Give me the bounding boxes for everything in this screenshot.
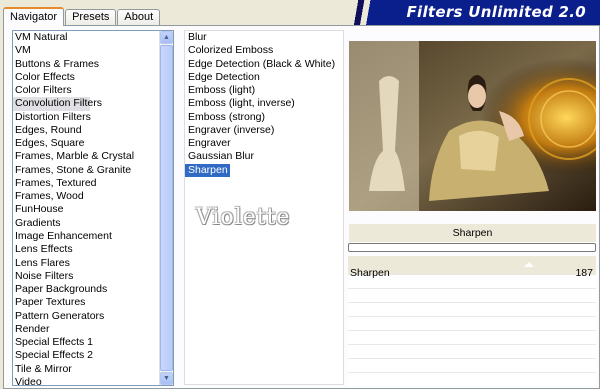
parameter-sliders: Sharpen 187 [348, 256, 596, 386]
category-item[interactable]: Gradients [13, 217, 173, 230]
category-scrollbar[interactable]: ▲ ▼ [159, 31, 173, 385]
category-item[interactable]: Edges, Round [13, 124, 173, 137]
category-item[interactable]: FunHouse [13, 203, 173, 216]
slider-thumb-icon[interactable] [524, 262, 534, 267]
slider-empty [348, 317, 596, 331]
category-item[interactable]: VM Natural [13, 31, 173, 44]
category-item[interactable]: Noise Filters [13, 270, 173, 283]
preview-image [349, 41, 596, 211]
woman-with-lamp-artwork-icon [349, 41, 596, 211]
tab-bar: Navigator Presets About [3, 7, 161, 26]
filter-item[interactable]: Blur [185, 31, 209, 44]
filter-item[interactable]: Engraver (inverse) [185, 124, 276, 137]
filter-name-header: Sharpen [349, 224, 596, 243]
filter-item[interactable]: Sharpen [185, 163, 230, 177]
category-item[interactable]: Paper Textures [13, 296, 173, 309]
category-item[interactable]: Frames, Stone & Granite [13, 164, 173, 177]
category-item[interactable]: Lens Effects [13, 243, 173, 256]
tab-about[interactable]: About [117, 9, 161, 26]
category-item[interactable]: Image Enhancement [13, 230, 173, 243]
slider-empty [348, 275, 596, 289]
category-item[interactable]: Render [13, 323, 173, 336]
filter-item[interactable]: Emboss (strong) [185, 111, 267, 124]
scroll-down-icon[interactable]: ▼ [160, 372, 173, 385]
category-item[interactable]: Color Effects [13, 71, 173, 84]
slider-empty [348, 345, 596, 359]
category-item[interactable]: Pattern Generators [13, 310, 173, 323]
category-item[interactable]: Frames, Textured [13, 177, 173, 190]
category-item[interactable]: Frames, Wood [13, 190, 173, 203]
watermark-text: Violette [196, 205, 291, 230]
slider-sharpen[interactable]: Sharpen 187 [348, 256, 596, 279]
category-list[interactable]: VM Natural VM Buttons & Frames Color Effect… [12, 30, 174, 386]
filter-item[interactable]: Emboss (light) [185, 84, 257, 97]
category-item[interactable]: Frames, Marble & Crystal [13, 150, 173, 163]
category-item[interactable]: Distortion Filters [13, 111, 173, 124]
slider-empty [348, 331, 596, 345]
tab-presets[interactable]: Presets [65, 9, 117, 26]
category-item[interactable]: Video [13, 376, 173, 385]
category-item[interactable]: Edges, Square [13, 137, 173, 150]
filter-item[interactable]: Emboss (light, inverse) [185, 97, 297, 110]
title-banner: Filters Unlimited 2.0 [340, 0, 600, 26]
filter-item[interactable]: Edge Detection [185, 71, 262, 84]
category-item[interactable]: VM [13, 44, 173, 57]
scroll-up-icon[interactable]: ▲ [160, 31, 173, 44]
filter-item[interactable]: Engraver [185, 137, 233, 150]
filter-item[interactable]: Edge Detection (Black & White) [185, 58, 337, 71]
scroll-thumb[interactable] [160, 45, 173, 371]
category-items: VM Natural VM Buttons & Frames Color Effect… [13, 31, 173, 385]
filter-items: Blur Colorized Emboss Edge Detection (Blac… [185, 31, 343, 177]
category-item[interactable]: Color Filters [13, 84, 173, 97]
tab-navigator[interactable]: Navigator [3, 7, 65, 26]
slider-empty [348, 289, 596, 303]
filter-item[interactable]: Colorized Emboss [185, 44, 275, 57]
category-item[interactable]: Lens Flares [13, 257, 173, 270]
slider-empty [348, 303, 596, 317]
category-item[interactable]: Paper Backgrounds [13, 283, 173, 296]
category-item[interactable]: Special Effects 2 [13, 349, 173, 362]
category-item[interactable]: Buttons & Frames [13, 58, 173, 71]
category-item[interactable]: Tile & Mirror [13, 363, 173, 376]
category-item[interactable]: Special Effects 1 [13, 336, 173, 349]
filter-item[interactable]: Gaussian Blur [185, 150, 256, 163]
slider-empty [348, 359, 596, 373]
progress-bar [348, 243, 596, 252]
category-item[interactable]: Convolution Filters [13, 97, 102, 111]
banner-title: Filters Unlimited 2.0 [406, 3, 586, 21]
